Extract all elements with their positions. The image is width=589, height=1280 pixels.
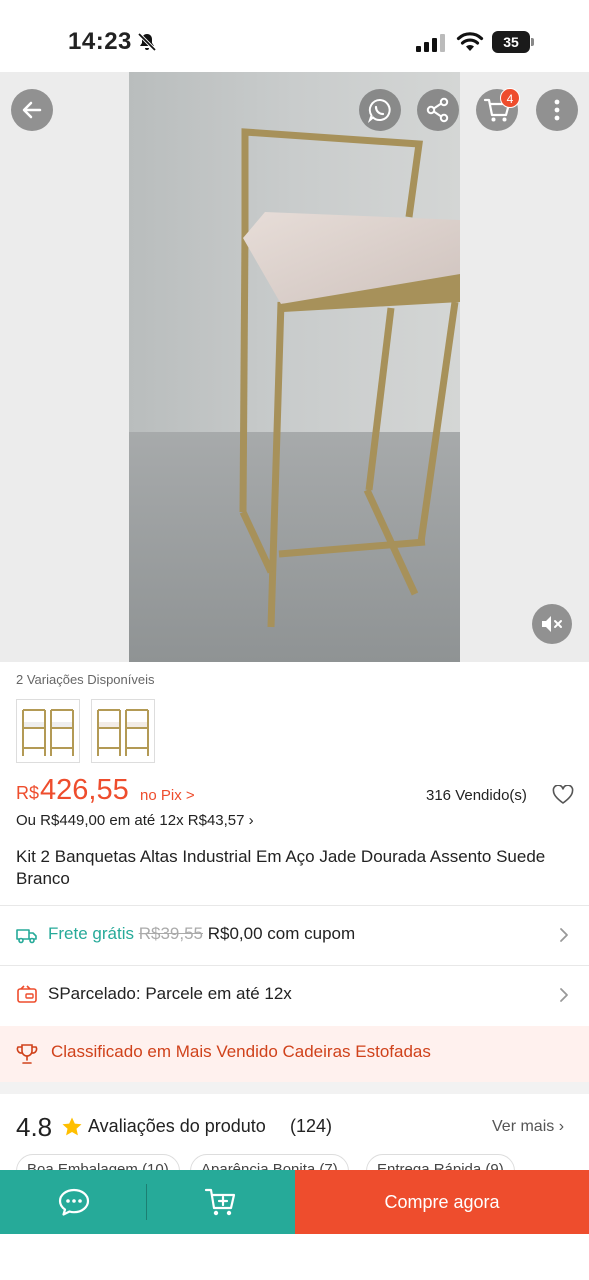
star-icon bbox=[62, 1117, 82, 1136]
variations-label: 2 Variações Disponíveis bbox=[16, 672, 155, 687]
price-value: 426,55 bbox=[40, 774, 129, 806]
battery-icon: 35 bbox=[492, 31, 536, 53]
pix-link[interactable]: no Pix > bbox=[140, 787, 195, 804]
share-button[interactable] bbox=[417, 89, 459, 131]
variation-image bbox=[97, 709, 149, 756]
whatsapp-share-button[interactable] bbox=[359, 89, 401, 131]
installments-link[interactable]: Ou R$449,00 em até 12x R$43,57 › bbox=[16, 812, 254, 829]
ranking-banner[interactable]: Classificado em Mais Vendido Cadeiras Es… bbox=[0, 1026, 589, 1082]
see-more-link[interactable]: Ver mais › bbox=[492, 1118, 564, 1136]
free-shipping-label: Frete grátis bbox=[48, 924, 134, 943]
price-row: R$ 426,55 no Pix > 316 Vendido(s) bbox=[16, 774, 576, 814]
reviews-header: 4.8 Avaliações do produto (124) Ver mais… bbox=[0, 1100, 589, 1150]
more-options-button[interactable] bbox=[536, 89, 578, 131]
signal-icon bbox=[416, 34, 445, 52]
variation-image bbox=[22, 709, 74, 756]
speaker-muted-icon bbox=[542, 616, 562, 632]
chat-button[interactable] bbox=[0, 1170, 147, 1234]
product-title: Kit 2 Banquetas Altas Industrial Em Aço … bbox=[16, 847, 546, 888]
bottom-action-bar: Compre agora bbox=[0, 1170, 589, 1234]
home-indicator-area bbox=[0, 1234, 589, 1280]
variation-thumbnail[interactable] bbox=[16, 699, 80, 763]
chevron-right-icon bbox=[560, 928, 568, 942]
truck-icon bbox=[16, 929, 37, 944]
ranking-label: Classificado em Mais Vendido Cadeiras Es… bbox=[51, 1042, 431, 1061]
section-gap bbox=[0, 1082, 589, 1094]
shipping-text: Frete grátis R$39,55 R$0,00 com cupom bbox=[48, 924, 355, 944]
chat-icon bbox=[58, 1188, 89, 1216]
shipping-old-price: R$39,55 bbox=[138, 924, 203, 943]
shipping-row[interactable]: Frete grátis R$39,55 R$0,00 com cupom bbox=[0, 906, 589, 964]
arrow-left-icon bbox=[22, 101, 42, 119]
price-currency: R$ bbox=[16, 783, 40, 803]
chevron-right-icon bbox=[560, 988, 568, 1002]
sold-count: 316 Vendido(s) bbox=[426, 787, 527, 804]
trophy-icon bbox=[16, 1044, 38, 1064]
wifi-icon bbox=[456, 32, 484, 51]
battery-level: 35 bbox=[492, 31, 530, 53]
variation-thumbnail[interactable] bbox=[91, 699, 155, 763]
share-icon bbox=[426, 97, 449, 123]
back-button[interactable] bbox=[11, 89, 53, 131]
status-time: 14:23 bbox=[68, 28, 132, 55]
status-bar: 14:23 35 bbox=[0, 0, 589, 72]
cart-count-badge: 4 bbox=[500, 88, 520, 108]
product-media[interactable]: 4 bbox=[0, 72, 589, 662]
reviews-count: (124) bbox=[290, 1116, 333, 1136]
reviews-title: Avaliações do produto bbox=[88, 1116, 266, 1136]
heart-icon[interactable] bbox=[552, 785, 574, 805]
more-vertical-icon bbox=[554, 99, 560, 121]
buy-now-button[interactable]: Compre agora bbox=[295, 1170, 589, 1234]
product-image[interactable] bbox=[129, 72, 460, 662]
bell-off-icon bbox=[137, 32, 157, 52]
installment-plan-row[interactable]: SParcelado: Parcele em até 12x bbox=[0, 966, 589, 1024]
add-to-cart-button[interactable] bbox=[147, 1170, 295, 1234]
whatsapp-icon bbox=[367, 98, 391, 123]
shipping-new-price: R$0,00 com cupom bbox=[207, 924, 356, 943]
installment-plan-label: SParcelado: Parcele em até 12x bbox=[48, 984, 292, 1003]
card-icon bbox=[17, 985, 37, 1003]
mute-button[interactable] bbox=[532, 604, 572, 644]
add-to-cart-icon bbox=[204, 1188, 236, 1216]
see-more-label: Ver mais bbox=[492, 1118, 555, 1135]
rating-score: 4.8 bbox=[16, 1112, 53, 1142]
